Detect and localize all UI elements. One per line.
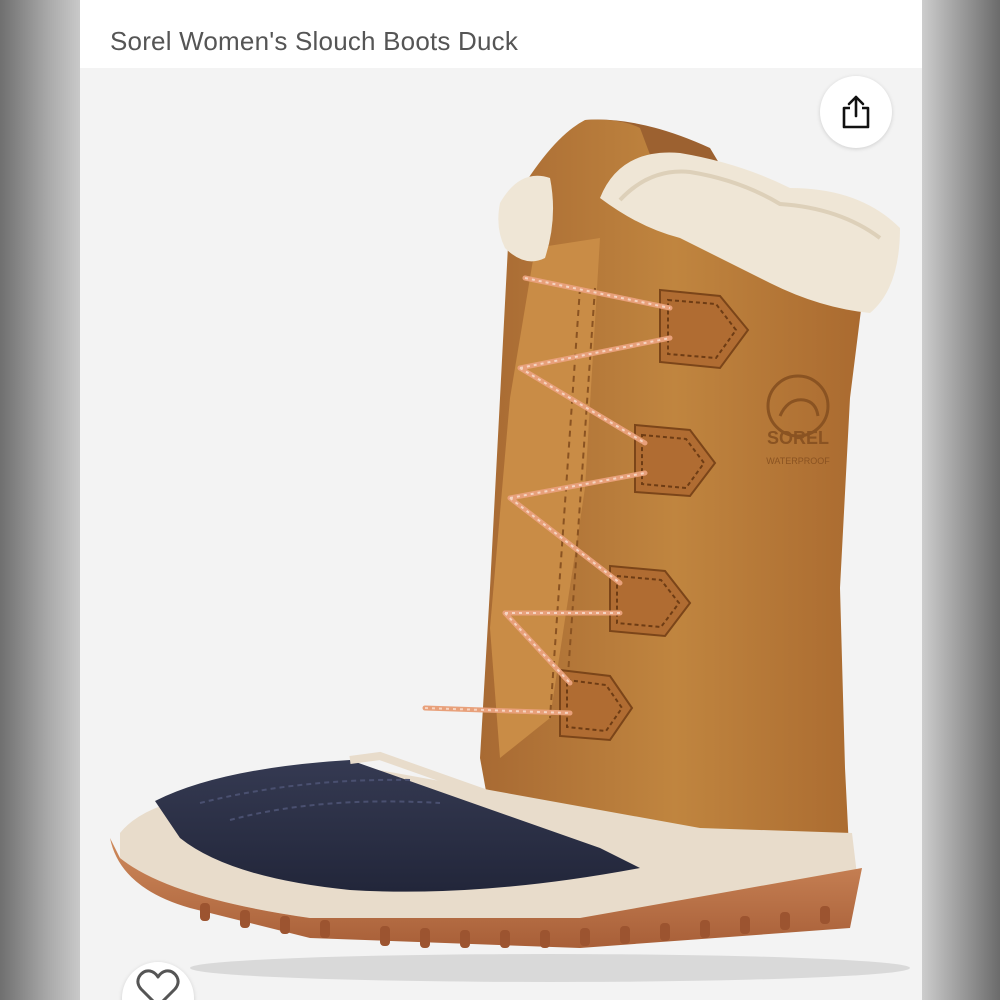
share-button[interactable]: [820, 76, 892, 148]
product-screen: Sorel Women's Slouch Boots Duck SOREL WA…: [80, 0, 922, 1000]
left-background-edge: [0, 0, 80, 1000]
brand-tag: WATERPROOF: [766, 456, 830, 466]
title-bar: Sorel Women's Slouch Boots Duck: [80, 0, 922, 68]
right-background-edge: [920, 0, 1000, 1000]
share-icon: [842, 95, 870, 129]
product-title: Sorel Women's Slouch Boots Duck: [110, 26, 519, 56]
boot-photo: SOREL WATERPROOF: [110, 119, 910, 982]
heart-icon: [136, 969, 180, 1000]
brand-mark: SOREL: [767, 428, 829, 448]
